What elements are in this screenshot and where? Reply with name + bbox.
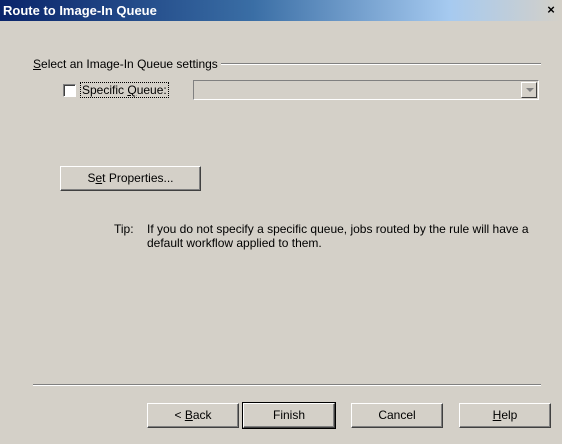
tip-text: If you do not specify a specific queue, … bbox=[147, 222, 529, 250]
title-bar[interactable]: Route to Image-In Queue × bbox=[0, 0, 562, 21]
back-button[interactable]: < Back bbox=[147, 403, 239, 428]
close-icon[interactable]: × bbox=[543, 3, 559, 17]
cancel-button[interactable]: Cancel bbox=[351, 403, 443, 428]
chevron-down-icon[interactable] bbox=[521, 82, 537, 98]
finish-button[interactable]: Finish bbox=[242, 402, 336, 429]
dialog-window: Route to Image-In Queue × Select an Imag… bbox=[0, 0, 562, 444]
group-label: Select an Image-In Queue settings bbox=[33, 57, 221, 71]
queue-dropdown[interactable] bbox=[193, 80, 539, 100]
window-title: Route to Image-In Queue bbox=[3, 3, 157, 18]
footer-divider bbox=[33, 384, 541, 386]
specific-queue-checkbox[interactable] bbox=[63, 84, 76, 97]
help-button[interactable]: Help bbox=[459, 403, 551, 428]
set-properties-button[interactable]: Set Properties... bbox=[60, 166, 201, 191]
specific-queue-label[interactable]: Specific Queue: bbox=[80, 82, 169, 98]
tip-label: Tip: bbox=[114, 222, 134, 236]
